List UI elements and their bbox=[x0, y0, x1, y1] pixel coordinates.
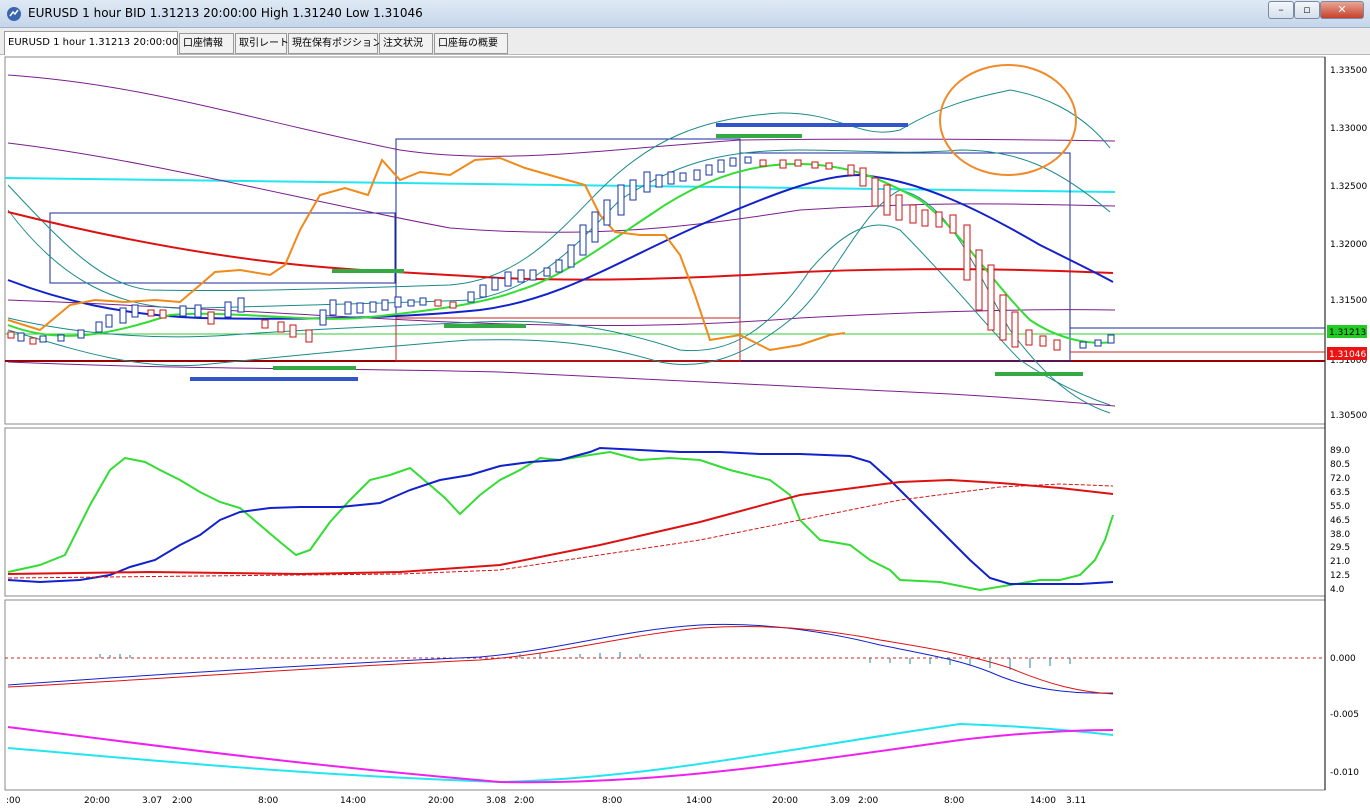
stochastic-panel[interactable] bbox=[4, 427, 1326, 597]
tab-account-info[interactable]: 口座情報 bbox=[179, 33, 234, 54]
time-tick: 14:00 bbox=[686, 796, 712, 806]
tab-trade-rates[interactable]: 取引レート bbox=[235, 33, 289, 54]
macd-red bbox=[7, 626, 1114, 695]
tab-chart-eurusd[interactable]: EURUSD 1 hour 1.31213 20:00:00 bbox=[4, 31, 178, 55]
time-tick: 20:00 bbox=[84, 796, 110, 806]
macd-histogram bbox=[99, 652, 1071, 670]
stochastic-red-signal bbox=[7, 483, 1114, 579]
low-price-tag: 1.31046 bbox=[1327, 347, 1367, 360]
time-tick: 2:00 bbox=[858, 796, 878, 806]
stoch-tick: 38.0 bbox=[1330, 530, 1350, 540]
bid-price-tag: 1.31213 bbox=[1327, 325, 1367, 338]
close-icon: ✕ bbox=[1337, 3, 1347, 16]
stoch-tick: 63.5 bbox=[1330, 488, 1350, 498]
price-tick: 1.30500 bbox=[1330, 411, 1367, 421]
price-tick: 1.32000 bbox=[1330, 240, 1367, 250]
envelope-upper bbox=[7, 74, 1116, 157]
time-tick: 3.07 bbox=[142, 796, 162, 806]
stochastic-blue bbox=[7, 446, 1114, 585]
bid-price-label: 1.31213 bbox=[1329, 328, 1366, 338]
stoch-tick: 72.0 bbox=[1330, 474, 1350, 484]
tab-order-status[interactable]: 注文状況 bbox=[379, 33, 433, 54]
time-tick: 3.08 bbox=[486, 796, 506, 806]
price-axis: 1.33500 1.33000 1.32500 1.32000 1.31500 … bbox=[1330, 66, 1367, 421]
macd-blue bbox=[7, 623, 1114, 694]
stoch-tick: 46.5 bbox=[1330, 516, 1350, 526]
range-box-3 bbox=[739, 152, 1071, 362]
stochastic-axis: 89.0 80.5 72.0 63.5 55.0 46.5 38.0 29.5 … bbox=[1330, 446, 1350, 595]
stoch-tick: 4.0 bbox=[1330, 585, 1345, 595]
window-title: EURUSD 1 hour BID 1.31213 20:00:00 High … bbox=[28, 6, 423, 20]
stochastic-green bbox=[7, 450, 1114, 592]
macd-axis: 0.000 -0.005 -0.010 bbox=[1330, 654, 1359, 778]
cyan-horizontal-line bbox=[4, 177, 1116, 193]
envelope-lower bbox=[7, 361, 1116, 407]
time-tick: 3.09 bbox=[830, 796, 850, 806]
highlight-circle bbox=[939, 64, 1077, 176]
stoch-tick: 80.5 bbox=[1330, 460, 1350, 470]
time-tick: 8:00 bbox=[944, 796, 964, 806]
macd-tick: -0.005 bbox=[1330, 710, 1359, 720]
time-tick: 20:00 bbox=[772, 796, 798, 806]
stoch-tick: 55.0 bbox=[1330, 502, 1350, 512]
close-button[interactable]: ✕ bbox=[1320, 1, 1364, 19]
macd-cyan bbox=[7, 722, 1114, 784]
app-icon bbox=[7, 7, 21, 21]
time-tick: 2:00 bbox=[514, 796, 534, 806]
price-tick: 1.33500 bbox=[1330, 66, 1367, 76]
bollinger-upper-2 bbox=[7, 149, 1111, 309]
stoch-tick: 12.5 bbox=[1330, 571, 1350, 581]
time-tick: 3.11 bbox=[1066, 796, 1086, 806]
time-tick: 8:00 bbox=[258, 796, 278, 806]
maximize-button[interactable]: ▫ bbox=[1294, 1, 1320, 19]
tab-account-summary[interactable]: 口座毎の概要 bbox=[434, 33, 508, 54]
time-tick: 20:00 bbox=[428, 796, 454, 806]
minimize-button[interactable]: – bbox=[1268, 1, 1294, 19]
stoch-tick: 89.0 bbox=[1330, 446, 1350, 456]
chart-area[interactable]: 1.33500 1.33000 1.32500 1.32000 1.31500 … bbox=[0, 55, 1370, 810]
tab-open-positions[interactable]: 現在保有ポジション bbox=[288, 33, 382, 54]
envelope-mid-lower bbox=[7, 299, 1116, 326]
low-price-label: 1.31046 bbox=[1329, 350, 1366, 360]
price-tick: 1.32500 bbox=[1330, 182, 1367, 192]
maximize-icon: ▫ bbox=[1303, 3, 1311, 16]
minimize-icon: – bbox=[1278, 3, 1284, 16]
time-tick: 14:00 bbox=[1030, 796, 1056, 806]
price-tick: 1.33000 bbox=[1330, 124, 1367, 134]
price-tick: 1.31500 bbox=[1330, 296, 1367, 306]
macd-tick: 0.000 bbox=[1330, 654, 1356, 664]
envelope-mid-upper bbox=[7, 142, 1116, 233]
time-tick: 2:00 bbox=[172, 796, 192, 806]
macd-magenta bbox=[7, 726, 1114, 784]
time-tick: :00 bbox=[6, 796, 21, 806]
time-axis: :00 20:00 3.07 2:00 8:00 14:00 20:00 3.0… bbox=[6, 796, 1086, 806]
time-tick: 14:00 bbox=[340, 796, 366, 806]
tab-bar: EURUSD 1 hour 1.31213 20:00:00 口座情報 取引レー… bbox=[0, 28, 1370, 55]
stoch-tick: 21.0 bbox=[1330, 557, 1350, 567]
stoch-tick: 29.5 bbox=[1330, 543, 1350, 553]
macd-tick: -0.010 bbox=[1330, 768, 1359, 778]
time-tick: 8:00 bbox=[602, 796, 622, 806]
window-titlebar: EURUSD 1 hour BID 1.31213 20:00:00 High … bbox=[0, 0, 1370, 28]
